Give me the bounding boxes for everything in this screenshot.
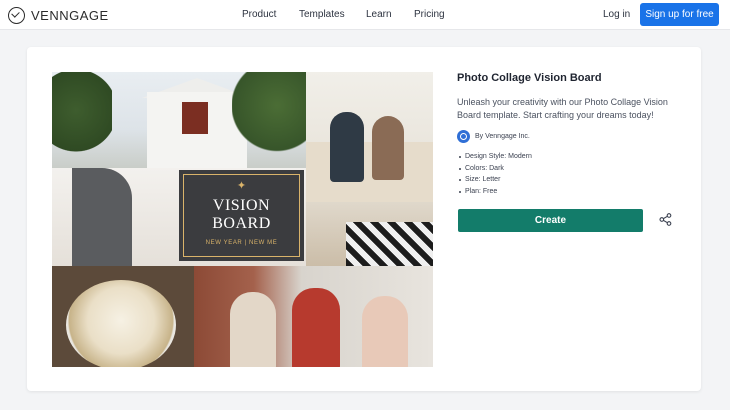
vision-board-subtitle: NEW YEAR | NEW ME [205, 240, 278, 246]
spec-colors: Colors: Dark [459, 163, 532, 175]
vision-board-title-line1: VISION [212, 197, 271, 214]
nav-templates[interactable]: Templates [299, 9, 366, 20]
venngage-avatar-icon [457, 130, 470, 143]
template-title: Photo Collage Vision Board [457, 72, 602, 84]
vision-board-label: ✦ VISION BOARD NEW YEAR | NEW ME [179, 170, 304, 261]
vision-board-title-line2: BOARD [212, 215, 271, 232]
create-button[interactable]: Create [458, 209, 643, 232]
template-preview-image[interactable]: ✦ VISION BOARD NEW YEAR | NEW ME [52, 72, 433, 367]
house-photo [52, 72, 306, 168]
spec-size: Size: Letter [459, 174, 532, 186]
spec-design-style: Design Style: Modern [459, 151, 532, 163]
brand-name: VENNGAGE [31, 7, 109, 23]
nav-pricing[interactable]: Pricing [414, 9, 445, 20]
spec-plan: Plan: Free [459, 186, 532, 198]
template-author[interactable]: By Venngage Inc. [457, 130, 530, 143]
main-nav: Product Templates Learn Pricing [242, 9, 445, 20]
nav-product[interactable]: Product [242, 9, 299, 20]
nav-learn[interactable]: Learn [366, 9, 414, 20]
venngage-logo[interactable]: VENNGAGE [8, 5, 109, 25]
top-navbar: VENNGAGE Product Templates Learn Pricing… [0, 0, 730, 30]
signup-button[interactable]: Sign up for free [640, 3, 719, 26]
sparkle-icon: ✦ [236, 180, 247, 192]
template-description: Unleash your creativity with our Photo C… [457, 97, 668, 120]
women-group-photo [194, 266, 433, 367]
author-name: By Venngage Inc. [475, 133, 530, 140]
template-specs: Design Style: Modern Colors: Dark Size: … [459, 151, 532, 197]
login-link[interactable]: Log in [603, 9, 630, 20]
food-bowl-photo [52, 266, 194, 367]
share-icon[interactable] [659, 213, 672, 226]
family-photo [306, 72, 433, 266]
venngage-logo-icon [8, 6, 25, 24]
